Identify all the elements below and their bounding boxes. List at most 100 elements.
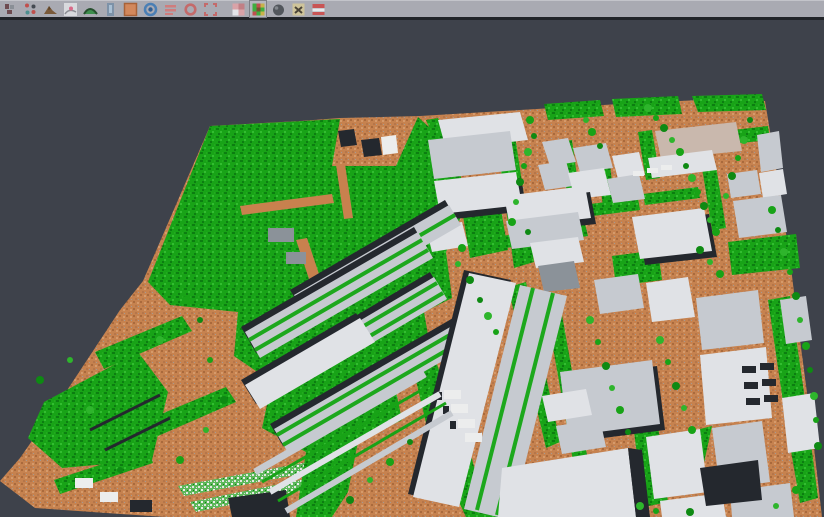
small-structure xyxy=(746,398,760,405)
classify-points-icon[interactable] xyxy=(22,1,38,17)
tree xyxy=(644,104,652,112)
open-cloud-icon-glyph xyxy=(3,2,18,17)
tree xyxy=(813,417,819,423)
layers-icon-glyph xyxy=(311,2,326,17)
viewport-canvas[interactable] xyxy=(0,23,824,517)
tree xyxy=(665,359,671,365)
toolbar xyxy=(0,0,824,20)
tree xyxy=(636,502,644,510)
tree xyxy=(203,427,209,433)
tree xyxy=(669,137,675,143)
small-structure xyxy=(760,363,774,370)
tree xyxy=(609,385,615,391)
tree xyxy=(656,336,664,344)
building-roof xyxy=(782,393,820,453)
terrain-scene xyxy=(0,94,822,517)
small-structure xyxy=(762,379,776,386)
tree xyxy=(526,116,534,124)
building-roof xyxy=(700,347,772,425)
tree xyxy=(810,392,818,400)
ortho-image-icon[interactable] xyxy=(122,1,138,17)
small-structure xyxy=(647,168,658,173)
building-roof xyxy=(607,174,645,203)
tree xyxy=(583,117,589,123)
viewport-3d[interactable] xyxy=(0,23,824,517)
target-icon[interactable] xyxy=(182,1,198,17)
small-structure xyxy=(286,252,306,264)
tree xyxy=(797,317,803,323)
profile-view-icon-glyph xyxy=(103,2,118,17)
small-structure xyxy=(458,419,475,428)
tree xyxy=(681,405,687,411)
tree xyxy=(700,202,708,210)
contours-icon[interactable] xyxy=(62,1,78,17)
rotate-view-icon[interactable] xyxy=(142,1,158,17)
tree xyxy=(86,406,94,414)
tree xyxy=(156,336,164,344)
tree xyxy=(672,382,680,390)
building-roof xyxy=(573,143,613,172)
contours-icon-glyph xyxy=(63,2,78,17)
shadow-patch xyxy=(338,129,357,147)
tree xyxy=(531,133,537,139)
building-roof xyxy=(538,261,580,292)
building-roof xyxy=(646,429,708,499)
building-roof xyxy=(696,290,764,350)
profile-view-icon[interactable] xyxy=(102,1,118,17)
tree xyxy=(602,362,610,370)
dem-surface-icon[interactable] xyxy=(42,1,58,17)
sphere-render-icon-glyph xyxy=(271,2,286,17)
grid-overlay-icon[interactable] xyxy=(230,1,246,17)
tree xyxy=(182,296,190,304)
classification-colors-icon[interactable] xyxy=(250,1,266,17)
tree xyxy=(740,136,748,144)
tree xyxy=(688,174,696,182)
tree xyxy=(773,503,779,509)
sphere-render-icon[interactable] xyxy=(270,1,286,17)
tin-mesh-icon[interactable] xyxy=(82,1,98,17)
layers-icon[interactable] xyxy=(310,1,326,17)
tree xyxy=(696,246,704,254)
small-structure xyxy=(450,421,456,429)
tree xyxy=(220,396,228,404)
vegetation-patch xyxy=(692,94,766,112)
tree xyxy=(768,206,776,214)
shadow-patch xyxy=(361,138,382,157)
tree xyxy=(466,276,474,284)
legend-icon[interactable] xyxy=(162,1,178,17)
tree xyxy=(516,178,524,186)
shadow-patch xyxy=(700,460,762,506)
small-structure xyxy=(465,433,482,442)
zoom-extent-icon[interactable] xyxy=(202,1,218,17)
tree xyxy=(597,143,603,149)
tree xyxy=(792,292,800,300)
building-roof xyxy=(594,274,644,314)
tree xyxy=(521,163,527,169)
tree xyxy=(616,406,624,414)
tree xyxy=(525,229,531,235)
ortho-image-icon-glyph xyxy=(123,2,138,17)
cross-section-icon-glyph xyxy=(291,2,306,17)
tree xyxy=(36,376,44,384)
tree xyxy=(117,467,123,473)
tree xyxy=(688,426,696,434)
tree xyxy=(683,163,689,169)
tree xyxy=(67,357,73,363)
tree xyxy=(807,367,813,373)
small-structure xyxy=(661,165,672,170)
open-cloud-icon[interactable] xyxy=(2,1,18,17)
small-structure xyxy=(764,395,778,402)
cross-section-icon[interactable] xyxy=(290,1,306,17)
legend-icon-glyph xyxy=(163,2,178,17)
tree xyxy=(695,189,701,195)
tin-mesh-icon-glyph xyxy=(83,2,98,17)
grid-overlay-icon-glyph xyxy=(231,2,246,17)
tree xyxy=(802,342,810,350)
tree xyxy=(653,115,659,121)
classification-colors-icon-glyph xyxy=(251,2,266,17)
tree xyxy=(780,248,788,256)
tree xyxy=(712,228,720,236)
tree xyxy=(707,217,713,223)
tree xyxy=(407,439,413,445)
tree xyxy=(207,357,213,363)
